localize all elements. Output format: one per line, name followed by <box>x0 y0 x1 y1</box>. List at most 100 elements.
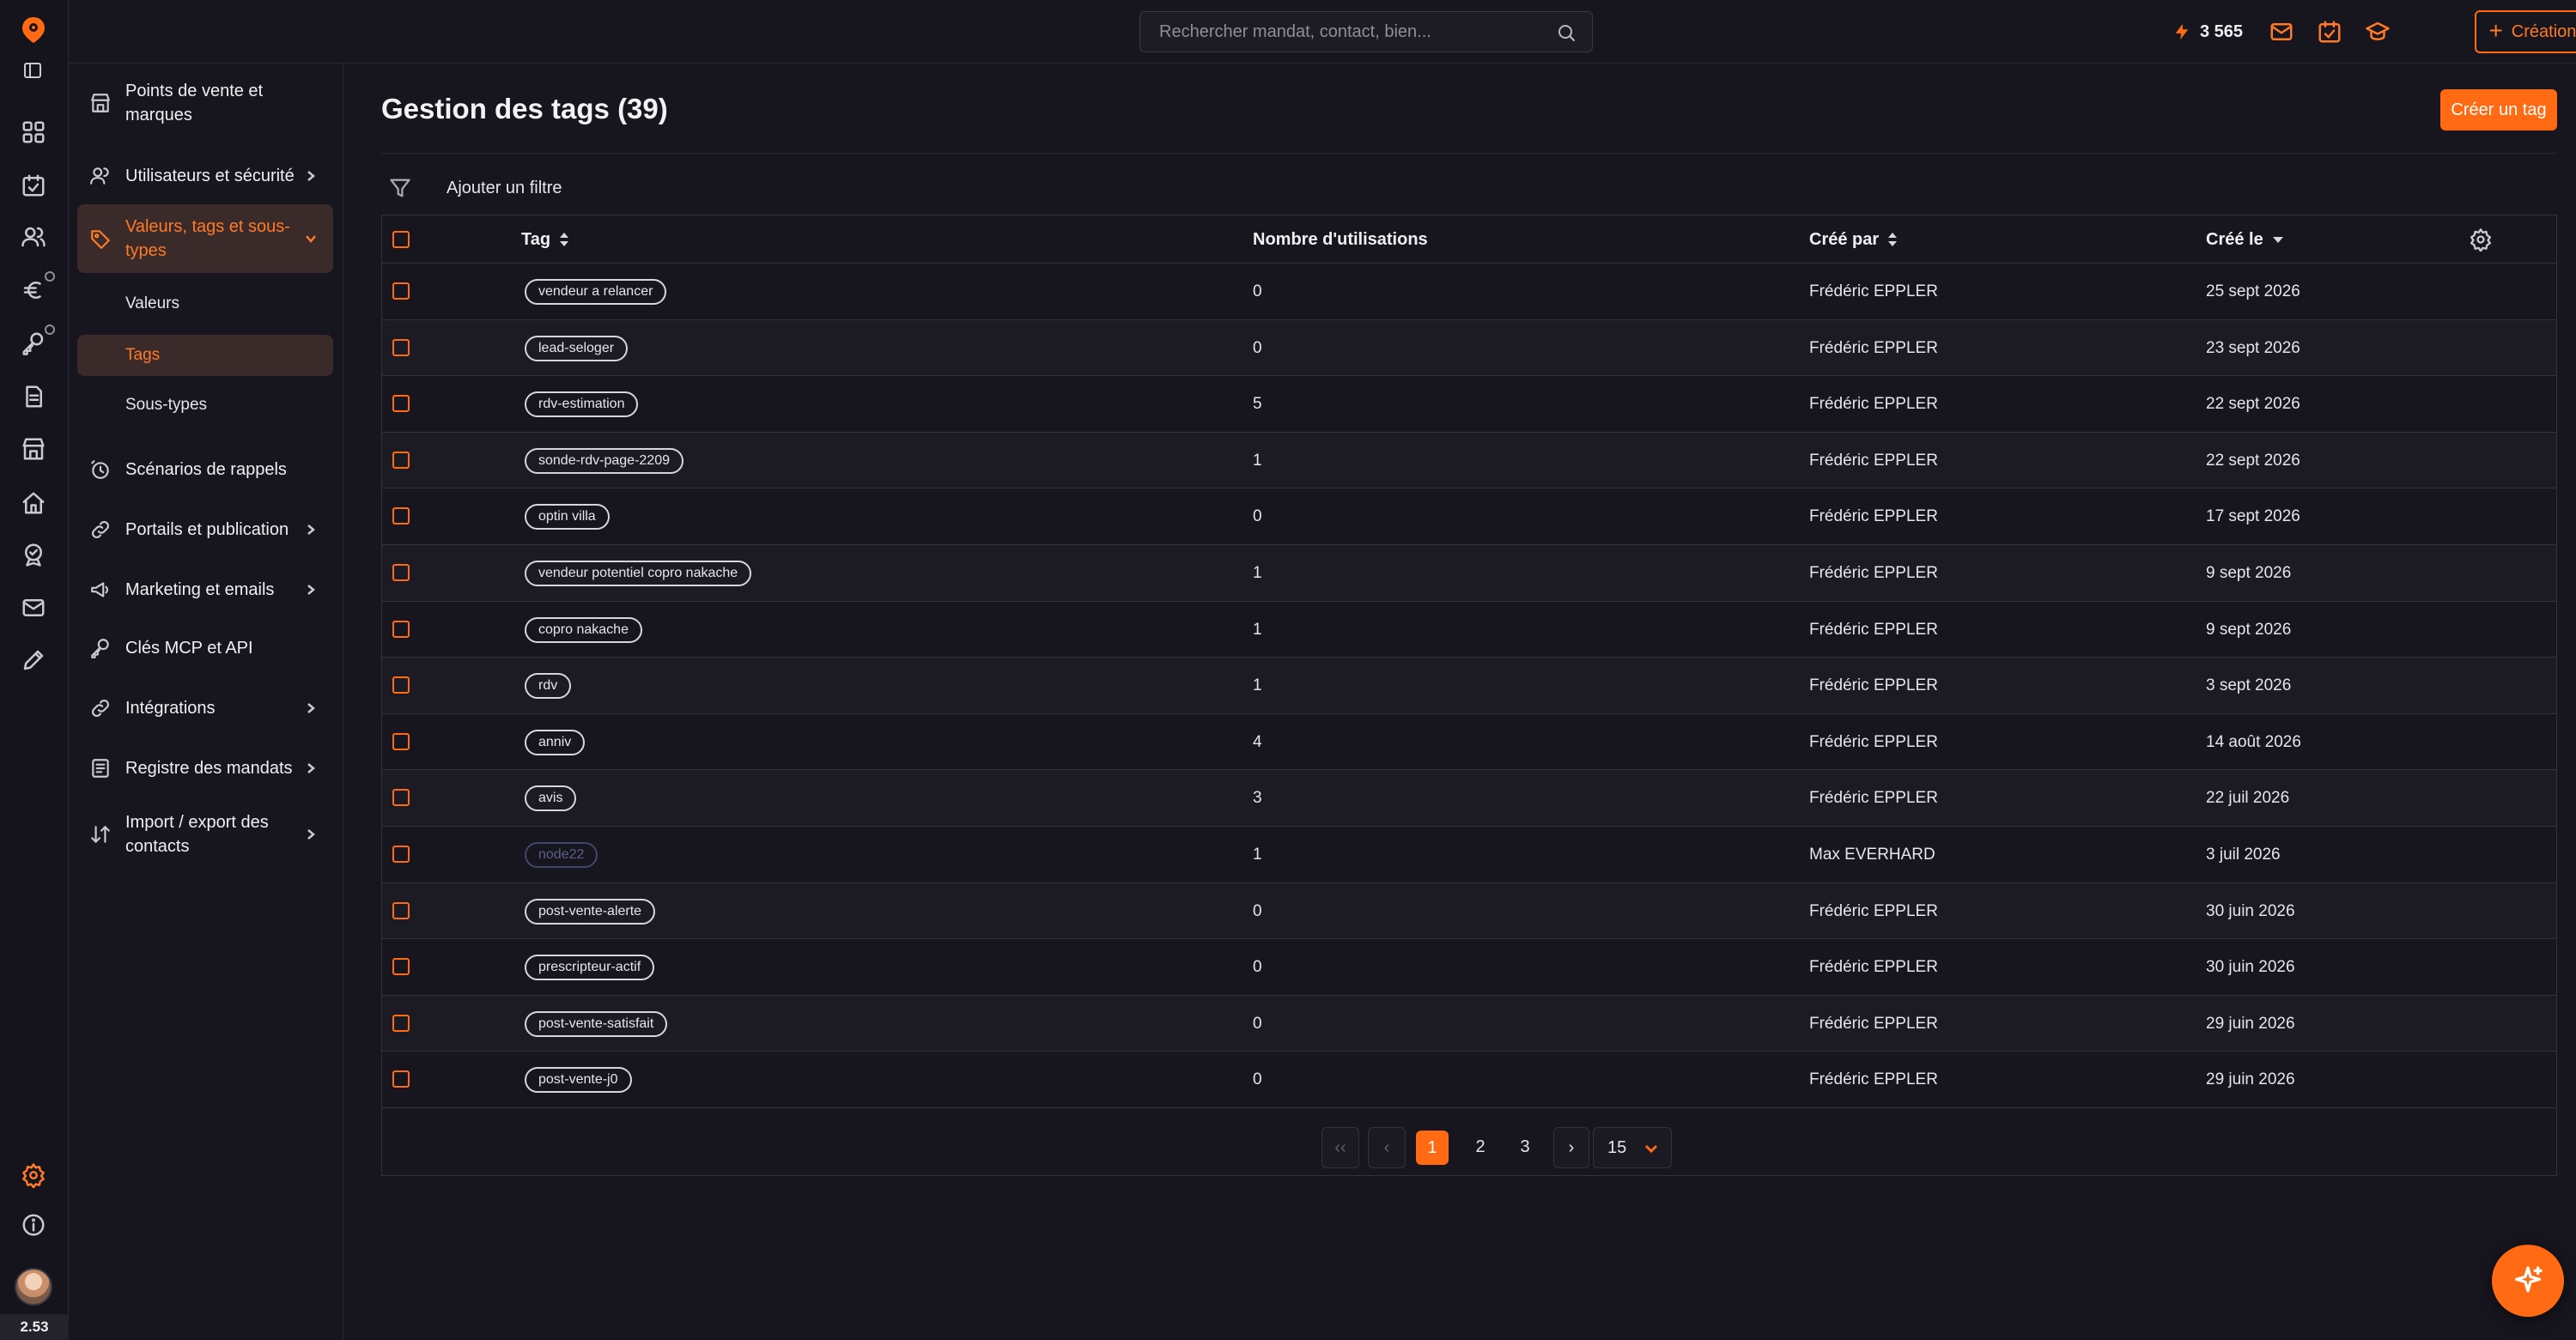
sidebar-item-scenarios-rappels[interactable]: Scénarios de rappels <box>77 448 333 491</box>
table-row[interactable]: post-vente-alerte 0 Frédéric EPPLER 30 juin… <box>382 882 2556 940</box>
sidebar-item-utilisateurs[interactable]: Utilisateurs et sécurité <box>77 155 333 197</box>
table-row[interactable]: prescripteur-actif 0 Frédéric EPPLER 30 jui… <box>382 939 2556 996</box>
tag-pill[interactable]: sonde-rdv-page-2209 <box>525 447 683 474</box>
row-checkbox[interactable] <box>392 507 410 525</box>
page-1-button[interactable]: 1 <box>1416 1131 1449 1165</box>
sidebar-item-registre[interactable]: Registre des mandats <box>77 747 333 790</box>
tag-pill[interactable]: lead-seloger <box>525 335 629 361</box>
row-checkbox[interactable] <box>392 338 410 356</box>
created-on-cell: 23 sept 2026 <box>2206 338 2300 357</box>
sidebar-item-valeurs-tags[interactable]: Valeurs, tags et sous-types <box>77 204 333 273</box>
tag-pill[interactable]: avis <box>525 785 577 812</box>
tag-pill[interactable]: optin villa <box>525 504 610 531</box>
sidebar-item-integrations[interactable]: Intégrations <box>77 687 333 730</box>
table-row[interactable]: post-vente-satisfait 0 Frédéric EPPLER 29 j… <box>382 995 2556 1052</box>
row-checkbox[interactable] <box>392 1070 410 1088</box>
dashboard-icon[interactable] <box>19 118 48 147</box>
euro-icon[interactable] <box>19 276 48 305</box>
row-checkbox[interactable] <box>392 789 410 807</box>
sidebar-item-import-export[interactable]: Import / export des contacts <box>77 807 333 862</box>
next-page-button[interactable]: › <box>1553 1127 1589 1168</box>
tag-pill[interactable]: vendeur potentiel copro nakache <box>525 561 752 586</box>
building-icon[interactable] <box>19 488 48 518</box>
table-row[interactable]: post-vente-j0 0 Frédéric EPPLER 29 juin 202… <box>382 1052 2556 1108</box>
tag-pill[interactable]: post-vente-alerte <box>525 898 656 925</box>
table-row[interactable]: vendeur potentiel copro nakache 1 Frédéric… <box>382 545 2556 602</box>
pen-icon[interactable] <box>19 646 48 675</box>
table-row[interactable]: rdv-estimation 5 Frédéric EPPLER 22 sept 20… <box>382 376 2556 433</box>
row-checkbox[interactable] <box>392 958 410 976</box>
tasks-icon[interactable] <box>19 171 48 200</box>
sidebar-toggle-icon[interactable] <box>22 60 43 81</box>
user-avatar[interactable] <box>15 1268 52 1306</box>
store-icon[interactable] <box>19 434 48 464</box>
tag-pill[interactable]: anniv <box>525 729 586 755</box>
sidebar-item-cles-api[interactable]: Clés MCP et API <box>77 627 333 670</box>
info-icon[interactable] <box>19 1210 48 1240</box>
inbox-icon[interactable] <box>2267 17 2296 46</box>
row-checkbox[interactable] <box>392 620 410 638</box>
documents-icon[interactable] <box>19 382 48 411</box>
global-search[interactable] <box>1139 11 1593 52</box>
row-checkbox[interactable] <box>392 395 410 413</box>
row-checkbox[interactable] <box>392 901 410 919</box>
tag-pill[interactable]: rdv-estimation <box>525 391 639 418</box>
graduation-cap-icon[interactable] <box>2363 17 2392 46</box>
table-row[interactable]: node22 1 Max EVERHARD 3 juil 2026 <box>382 827 2556 883</box>
row-checkbox[interactable] <box>392 564 410 581</box>
select-all-checkbox[interactable] <box>392 231 410 248</box>
mail-icon[interactable] <box>19 593 48 622</box>
column-header-tag[interactable]: Tag <box>521 215 569 264</box>
table-row[interactable]: anniv 4 Frédéric EPPLER 14 août 2026 <box>382 714 2556 771</box>
sidebar-subitem-sous-types[interactable]: Sous-types <box>77 385 333 426</box>
page-2-button[interactable]: 2 <box>1461 1127 1499 1168</box>
table-row[interactable]: optin villa 0 Frédéric EPPLER 17 sept 2026 <box>382 488 2556 545</box>
sidebar-item-marketing[interactable]: Marketing et emails <box>77 568 333 611</box>
settings-gear-icon[interactable] <box>19 1161 48 1190</box>
tag-pill[interactable]: vendeur a relancer <box>525 279 667 305</box>
add-filter[interactable]: Ajouter un filtre <box>388 173 562 203</box>
sidebar-item-portails[interactable]: Portails et publication <box>77 508 333 551</box>
contacts-icon[interactable] <box>19 222 48 252</box>
tag-pill[interactable]: prescripteur-actif <box>525 955 655 981</box>
sidebar-subitem-tags[interactable]: Tags <box>77 335 333 376</box>
table-row[interactable]: lead-seloger 0 Frédéric EPPLER 23 sept 2026 <box>382 319 2556 377</box>
tag-pill[interactable]: post-vente-satisfait <box>525 1010 668 1037</box>
first-page-button[interactable]: ‹‹ <box>1321 1127 1359 1168</box>
table-row[interactable]: vendeur a relancer 0 Frédéric EPPLER 25 sep… <box>382 264 2556 320</box>
app-logo-icon[interactable] <box>19 15 48 45</box>
tag-pill[interactable]: node22 <box>525 842 598 868</box>
table-row[interactable]: copro nakache 1 Frédéric EPPLER 9 sept 2026 <box>382 602 2556 658</box>
row-checkbox[interactable] <box>392 282 410 300</box>
row-checkbox[interactable] <box>392 1014 410 1032</box>
quick-create-button[interactable]: + Création rapide <box>2475 10 2576 53</box>
create-tag-button[interactable]: Créer un tag <box>2440 89 2557 130</box>
search-icon[interactable] <box>1556 22 1577 43</box>
page-3-button[interactable]: 3 <box>1506 1127 1544 1168</box>
tag-pill[interactable]: rdv <box>525 673 572 700</box>
row-checkbox[interactable] <box>392 676 410 694</box>
column-header-created-on[interactable]: Créé le <box>2206 215 2284 264</box>
row-checkbox[interactable] <box>392 846 410 863</box>
credits-counter[interactable]: 3 565 <box>2172 19 2243 45</box>
sidebar-item-label: Scénarios de rappels <box>125 460 287 479</box>
table-row[interactable]: sonde-rdv-page-2209 1 Frédéric EPPLER 22 se… <box>382 432 2556 489</box>
tag-pill[interactable]: post-vente-j0 <box>525 1067 632 1094</box>
chevron-right-icon <box>304 523 318 537</box>
keys-icon[interactable] <box>19 329 48 358</box>
sidebar-item-points-de-vente[interactable]: Points de vente et marques <box>77 76 333 130</box>
ai-assistant-button[interactable] <box>2492 1245 2564 1317</box>
prev-page-button[interactable]: ‹ <box>1368 1127 1406 1168</box>
row-checkbox[interactable] <box>392 732 410 750</box>
calendar-check-icon[interactable] <box>2315 17 2344 46</box>
column-header-created-by[interactable]: Créé par <box>1809 215 1898 264</box>
row-checkbox[interactable] <box>392 451 410 469</box>
sidebar-subitem-valeurs[interactable]: Valeurs <box>77 283 333 324</box>
table-row[interactable]: rdv 1 Frédéric EPPLER 3 sept 2026 <box>382 658 2556 714</box>
page-size-select[interactable]: 15 <box>1593 1127 1672 1168</box>
table-row[interactable]: avis 3 Frédéric EPPLER 22 juil 2026 <box>382 770 2556 827</box>
marketing-icon[interactable] <box>19 540 48 569</box>
column-settings-gear-icon[interactable] <box>2469 227 2493 252</box>
search-input[interactable] <box>1159 12 1537 52</box>
tag-pill[interactable]: copro nakache <box>525 616 642 643</box>
